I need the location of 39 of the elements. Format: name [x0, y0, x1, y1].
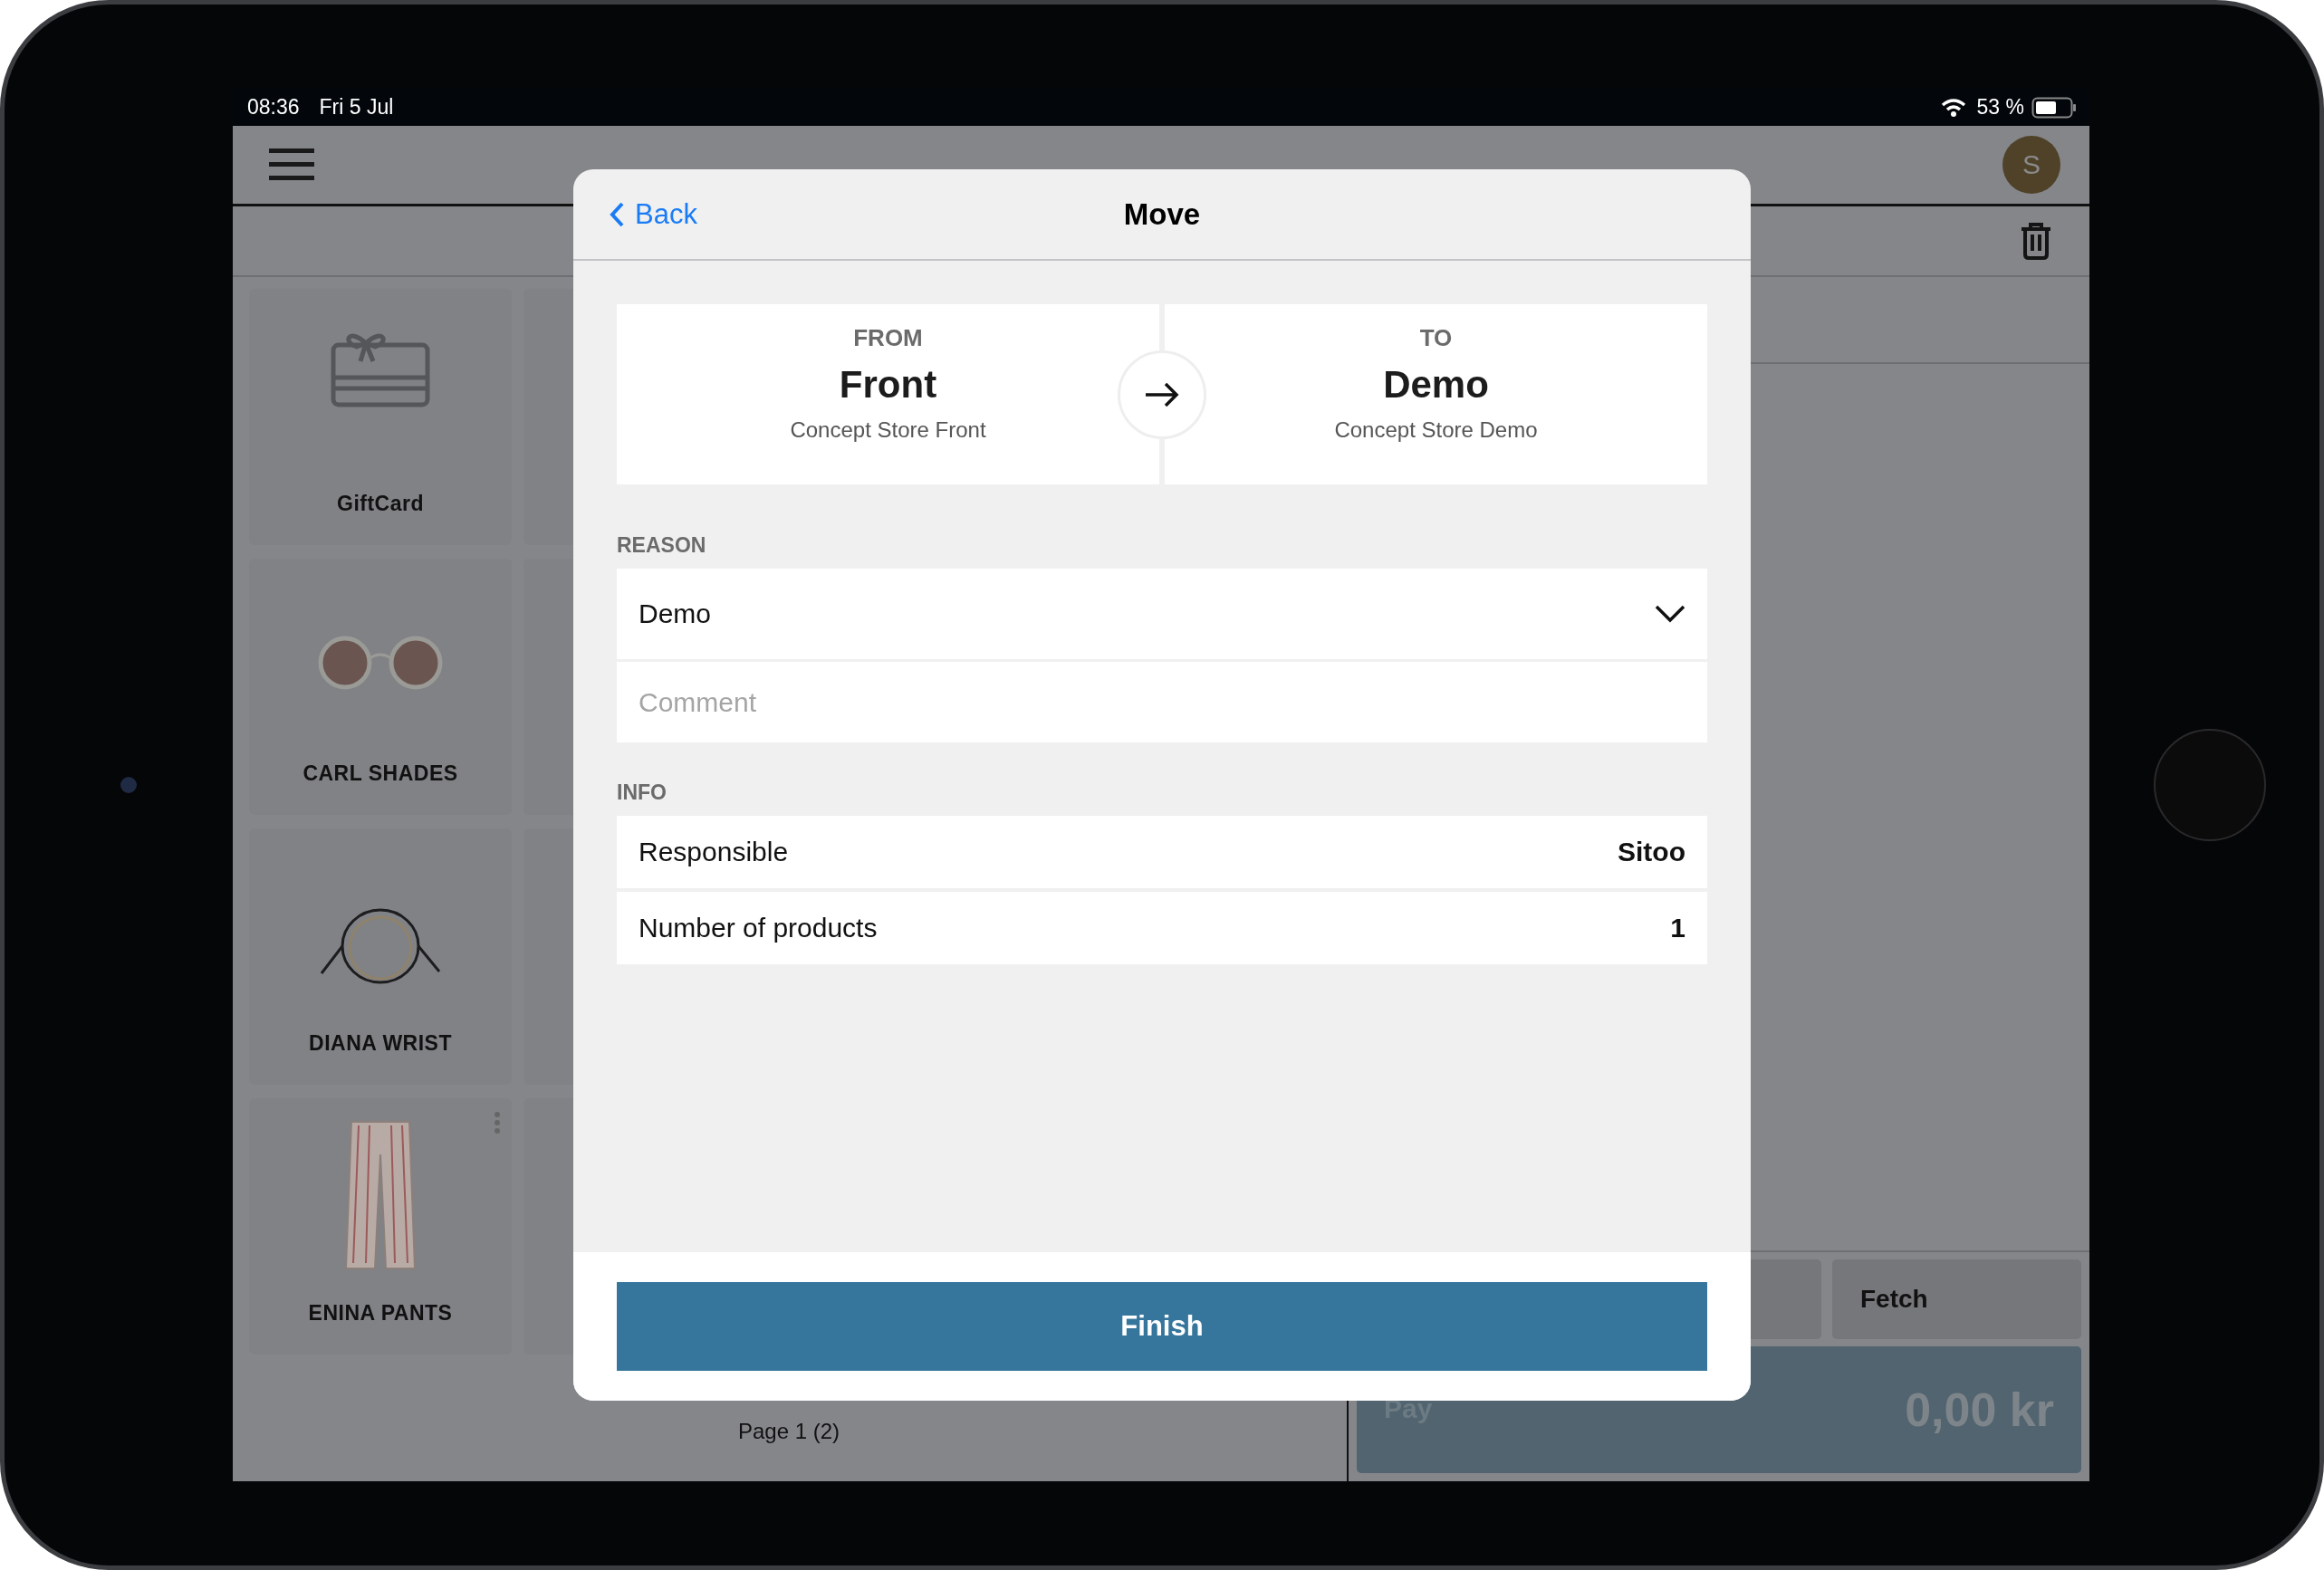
info-label: Responsible: [639, 837, 789, 867]
section-label: REASON: [617, 533, 707, 558]
info-value: Sitoo: [1618, 837, 1685, 867]
camera-icon: [120, 777, 137, 793]
store-name: Concept Store Front: [790, 417, 986, 443]
product-tile[interactable]: ENINA PANTS: [249, 1098, 512, 1355]
dialog-title: Move: [1123, 196, 1201, 232]
fetch-button[interactable]: Fetch: [1832, 1259, 2081, 1339]
product-name: DIANA WRIST: [308, 1031, 453, 1056]
battery-percentage: 53 %: [1976, 95, 2024, 120]
page-indicator: Page 1 (2): [737, 1419, 840, 1444]
section-label: INFO: [617, 780, 667, 805]
product-name: ENINA PANTS: [307, 1301, 454, 1326]
product-tile[interactable]: GiftCard: [249, 289, 512, 545]
product-name: CARL SHADES: [302, 761, 459, 786]
product-tile[interactable]: DIANA WRIST: [249, 828, 512, 1085]
info-value: 1: [1670, 913, 1685, 943]
menu-icon[interactable]: [269, 148, 314, 181]
chevron-left-icon: [610, 201, 624, 227]
product-name: GiftCard: [336, 492, 425, 516]
trash-icon[interactable]: [2021, 222, 2051, 260]
back-link[interactable]: Back: [610, 169, 697, 259]
comment-field[interactable]: Comment: [617, 662, 1707, 742]
store-name: Concept Store Demo: [1334, 417, 1538, 443]
wifi-icon: [1940, 97, 1966, 118]
location-label: TO: [1419, 324, 1453, 352]
finish-button[interactable]: Finish: [617, 1282, 1707, 1371]
status-date: Fri 5 Jul: [319, 95, 394, 120]
info-label: Number of products: [639, 913, 878, 943]
reason-dropdown[interactable]: Demo: [617, 569, 1707, 659]
location-name: Front: [839, 363, 937, 407]
user-avatar[interactable]: S: [2002, 136, 2060, 194]
location-name: Demo: [1383, 363, 1489, 407]
chevron-down-icon: [1655, 605, 1685, 623]
battery-icon: [2031, 96, 2077, 119]
status-time: 08:36: [247, 95, 300, 120]
location-label: FROM: [853, 324, 923, 352]
arrow-right-icon: [1144, 381, 1180, 407]
product-tile[interactable]: CARL SHADES: [249, 559, 512, 815]
